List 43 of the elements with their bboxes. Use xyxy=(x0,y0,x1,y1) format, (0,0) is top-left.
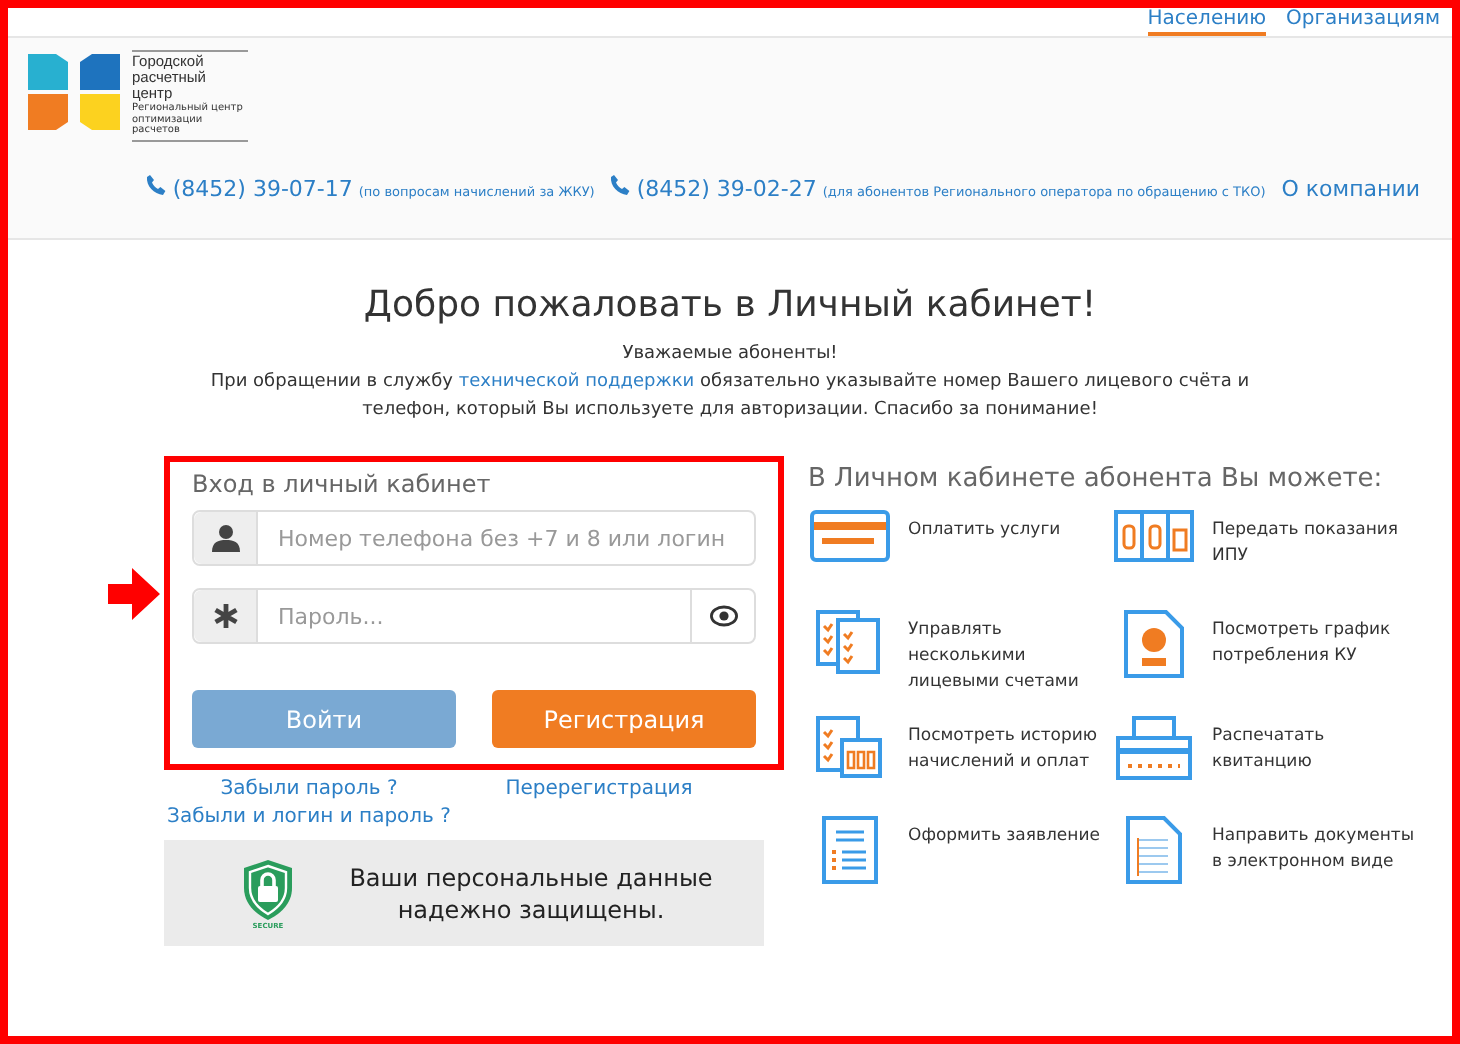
pointer-arrow xyxy=(108,568,160,620)
security-text: Ваши персональные данные надежно защищены. xyxy=(347,861,715,925)
password-field[interactable]: Пароль... xyxy=(258,590,690,642)
page-heading: Добро пожаловать в Личный кабинет! xyxy=(363,284,1097,326)
login-field[interactable]: Номер телефона без +7 и 8 или логин xyxy=(258,512,754,564)
feature-label: Оформить заявление xyxy=(908,824,1102,850)
feature-label: Посмотреть график потребления КУ xyxy=(1212,618,1393,670)
documents-calculator-icon xyxy=(816,716,884,780)
counter-icon xyxy=(1114,510,1194,562)
about-link[interactable]: О компании xyxy=(1281,175,1420,201)
phone-number: (8452) 39-02-27 xyxy=(636,175,817,201)
phone-icon xyxy=(146,173,167,195)
support-link[interactable]: технической поддержки xyxy=(458,372,695,392)
login-title: Вход в личный кабинет xyxy=(192,470,493,498)
feature-label: Распечатать квитанцию xyxy=(1212,724,1327,776)
reregistration-link[interactable]: Перерегистрация xyxy=(454,778,744,800)
login-button[interactable]: Войти xyxy=(192,690,456,748)
bank-card-icon xyxy=(810,510,890,562)
feature-label: Оплатить услуги xyxy=(908,518,1063,544)
form-document-icon xyxy=(822,816,878,884)
feature-label: Направить документы в электронном виде xyxy=(1212,824,1417,876)
document-icon xyxy=(1126,816,1182,884)
login-input-group[interactable]: Номер телефона без +7 и 8 или логин xyxy=(192,510,756,566)
notice-text: При обращении в службу технической поддержки обязательно указывайте номер Вашего лицевого счёта и телефон, который Вы используете для авторизации. Спасибо за понимание! xyxy=(208,370,1252,424)
password-input-group[interactable]: Пароль... xyxy=(192,588,756,644)
printer-icon xyxy=(1116,716,1192,780)
documents-checklist-icon xyxy=(816,610,884,674)
phone-icon xyxy=(610,173,631,195)
forgot-login-password-link[interactable]: Забыли и логин и пароль ? xyxy=(164,806,454,828)
asterisk-icon xyxy=(213,604,237,628)
feature-label: Посмотреть историю начислений и оплат xyxy=(908,724,1100,776)
logo-icon xyxy=(28,50,120,130)
features-title: В Личном кабинете абонента Вы можете: xyxy=(808,464,1385,494)
nav-tab[interactable]: Организациям xyxy=(1286,8,1440,36)
feature-label: Передать показания ИПУ xyxy=(1212,518,1401,570)
register-button[interactable]: Регистрация xyxy=(492,690,756,748)
feature-label: Управлять несколькими лицевыми счетами xyxy=(908,618,1081,696)
shield-lock-icon xyxy=(240,857,296,921)
greeting-text: Уважаемые абоненты! xyxy=(622,344,838,364)
user-icon xyxy=(211,524,239,552)
eye-icon[interactable] xyxy=(709,604,737,628)
forgot-password-link[interactable]: Забыли пароль ? xyxy=(164,778,454,800)
phone-number: (8452) 39-07-17 xyxy=(172,175,353,201)
